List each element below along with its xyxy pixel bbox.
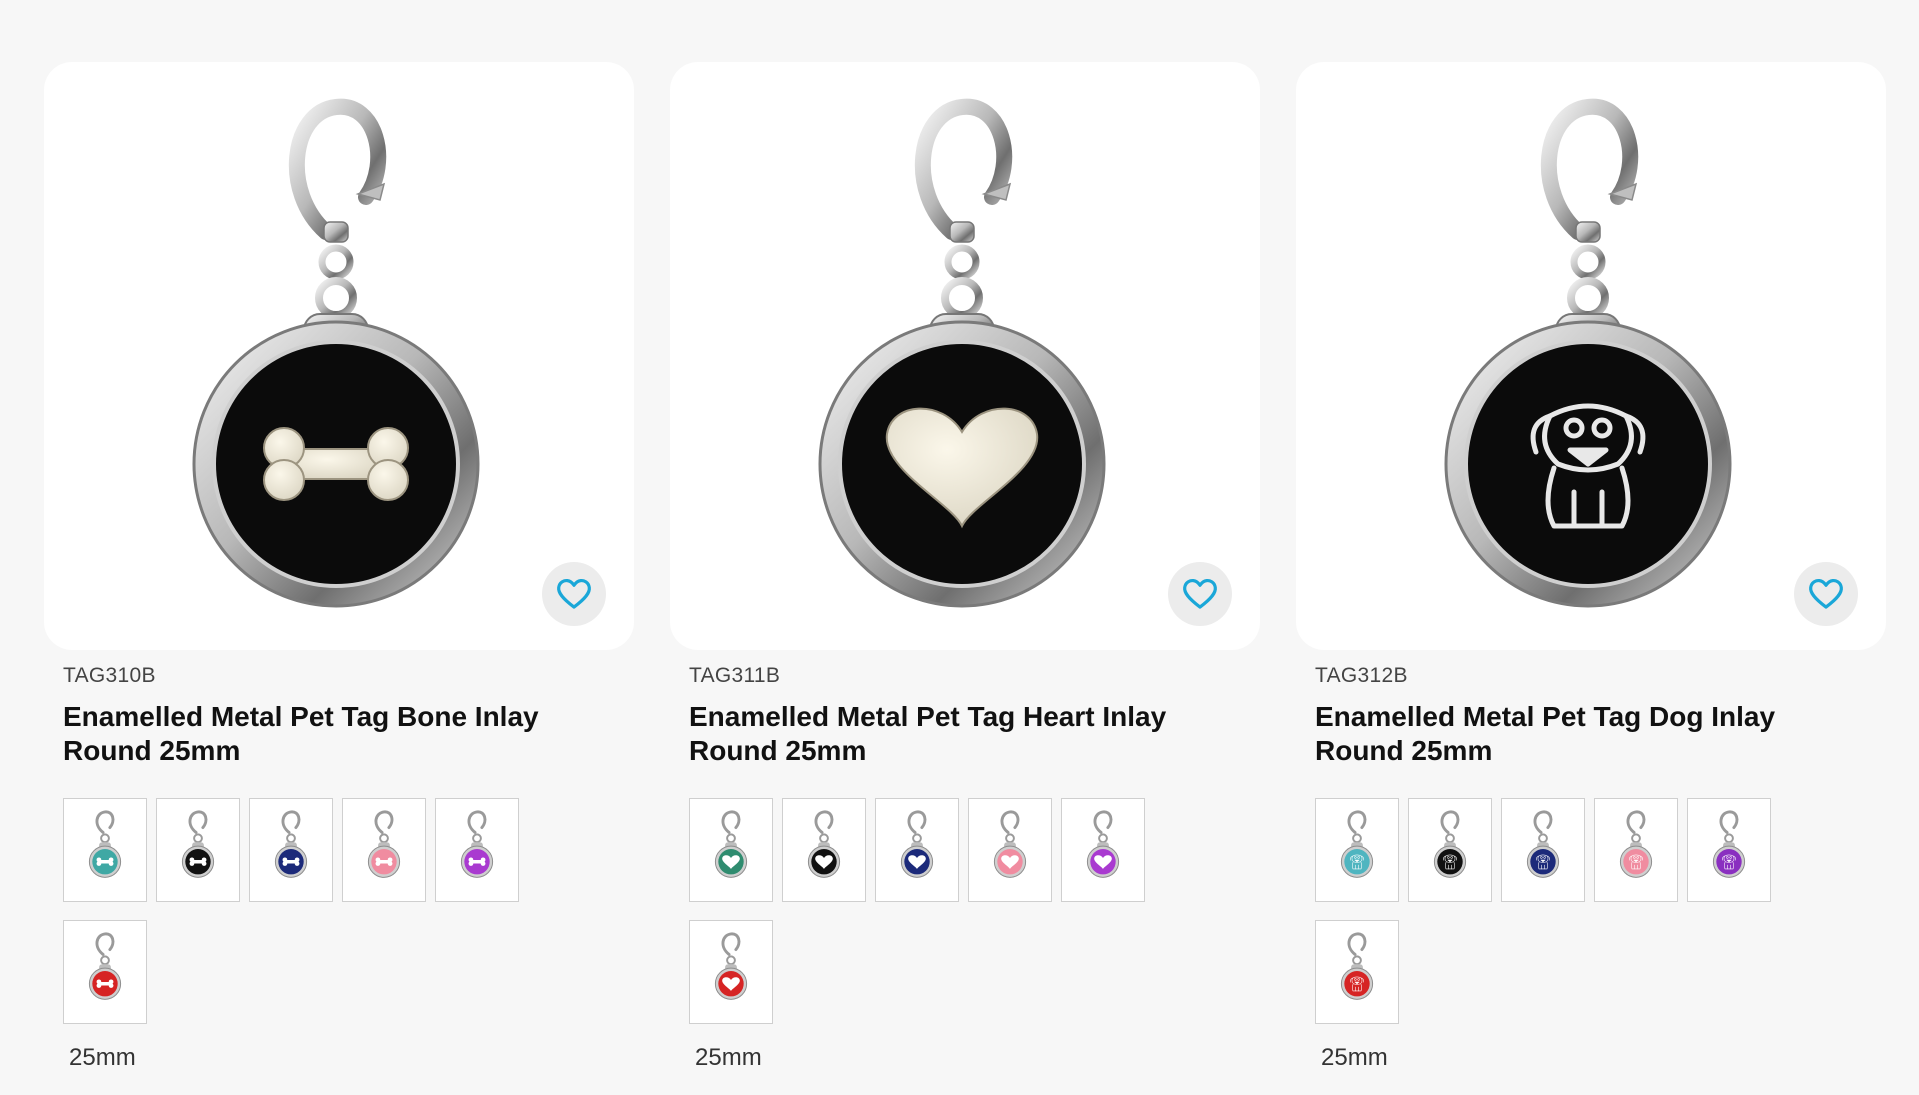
product-size: 25mm — [1321, 1044, 1388, 1071]
color-swatch[interactable] — [689, 798, 773, 902]
product-size: 25mm — [695, 1044, 762, 1071]
swatch-tag-image — [993, 810, 1027, 878]
color-swatch[interactable] — [968, 798, 1052, 902]
swatch-tag-image — [1340, 932, 1374, 1000]
color-swatch[interactable] — [435, 798, 519, 902]
color-swatch[interactable] — [875, 798, 959, 902]
product-title[interactable]: Enamelled Metal Pet Tag Bone Inlay Round… — [63, 700, 603, 768]
color-swatch[interactable] — [1315, 920, 1399, 1024]
swatch-tag-image — [1619, 810, 1653, 878]
color-swatch[interactable] — [156, 798, 240, 902]
product-card[interactable]: TAG310B Enamelled Metal Pet Tag Bone Inl… — [44, 62, 634, 1072]
product-image[interactable] — [1296, 62, 1886, 650]
product-image[interactable] — [670, 62, 1260, 650]
color-swatch[interactable] — [63, 798, 147, 902]
product-sku: TAG311B — [689, 664, 781, 687]
swatch-tag-image — [181, 810, 215, 878]
swatch-tag-image — [1086, 810, 1120, 878]
swatch-tag-image — [1433, 810, 1467, 878]
swatch-tag-image — [1526, 810, 1560, 878]
swatch-tag-image — [807, 810, 841, 878]
product-photo — [1444, 98, 1732, 608]
swatch-tag-image — [274, 810, 308, 878]
swatch-tag-image — [88, 932, 122, 1000]
swatch-tag-image — [367, 810, 401, 878]
color-swatch[interactable] — [249, 798, 333, 902]
color-swatch[interactable] — [689, 920, 773, 1024]
swatch-tag-image — [460, 810, 494, 878]
color-swatch[interactable] — [1594, 798, 1678, 902]
product-photo — [192, 98, 480, 608]
product-size: 25mm — [69, 1044, 136, 1071]
product-card[interactable]: TAG312B Enamelled Metal Pet Tag Dog Inla… — [1296, 62, 1886, 1072]
color-swatch[interactable] — [1501, 798, 1585, 902]
product-card[interactable]: TAG311B Enamelled Metal Pet Tag Heart In… — [670, 62, 1260, 1072]
color-swatches — [63, 798, 563, 1024]
color-swatches — [689, 798, 1189, 1024]
heart-outline-icon — [1183, 578, 1217, 609]
product-sku: TAG310B — [63, 664, 156, 687]
color-swatches — [1315, 798, 1815, 1024]
color-swatch[interactable] — [342, 798, 426, 902]
color-swatch[interactable] — [782, 798, 866, 902]
color-swatch[interactable] — [63, 920, 147, 1024]
swatch-tag-image — [714, 810, 748, 878]
color-swatch[interactable] — [1408, 798, 1492, 902]
swatch-tag-image — [1712, 810, 1746, 878]
product-image[interactable] — [44, 62, 634, 650]
color-swatch[interactable] — [1315, 798, 1399, 902]
product-photo — [818, 98, 1106, 608]
swatch-tag-image — [900, 810, 934, 878]
product-grid: TAG310B Enamelled Metal Pet Tag Bone Inl… — [44, 62, 1886, 1072]
heart-outline-icon — [1809, 578, 1843, 609]
favorite-button[interactable] — [542, 562, 606, 626]
favorite-button[interactable] — [1794, 562, 1858, 626]
product-title[interactable]: Enamelled Metal Pet Tag Heart Inlay Roun… — [689, 700, 1229, 768]
swatch-tag-image — [714, 932, 748, 1000]
favorite-button[interactable] — [1168, 562, 1232, 626]
swatch-tag-image — [1340, 810, 1374, 878]
heart-outline-icon — [557, 578, 591, 609]
swatch-tag-image — [88, 810, 122, 878]
product-sku: TAG312B — [1315, 664, 1408, 687]
product-title[interactable]: Enamelled Metal Pet Tag Dog Inlay Round … — [1315, 700, 1855, 768]
color-swatch[interactable] — [1687, 798, 1771, 902]
color-swatch[interactable] — [1061, 798, 1145, 902]
